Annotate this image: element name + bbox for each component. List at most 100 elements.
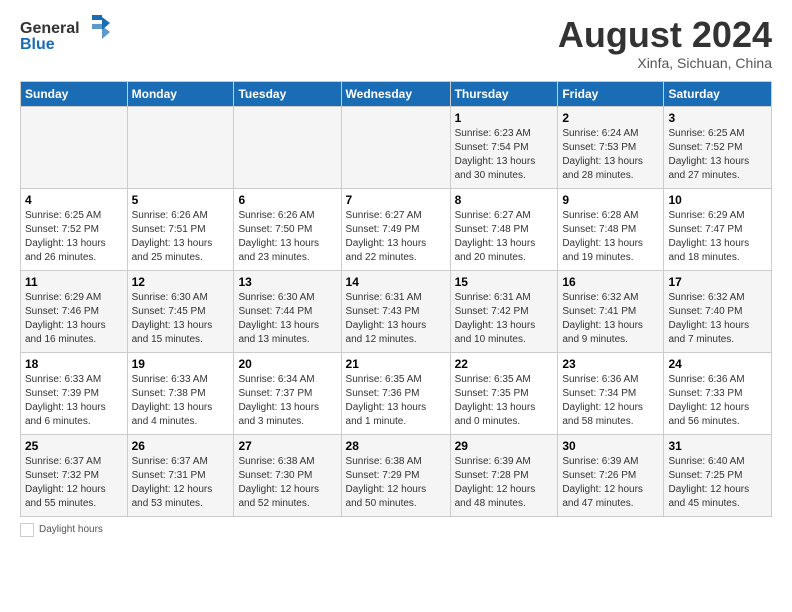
- day-info: Sunrise: 6:33 AMSunset: 7:38 PMDaylight:…: [132, 373, 230, 429]
- day-info: Sunrise: 6:26 AMSunset: 7:50 PMDaylight:…: [238, 209, 336, 265]
- cell-1-5: 1 Sunrise: 6:23 AMSunset: 7:54 PMDaylight…: [450, 106, 558, 188]
- day-number: 3: [668, 111, 767, 125]
- day-info: Sunrise: 6:32 AMSunset: 7:40 PMDaylight:…: [668, 291, 767, 347]
- cell-5-5: 29 Sunrise: 6:39 AMSunset: 7:28 PMDayligh…: [450, 434, 558, 516]
- cell-5-2: 26 Sunrise: 6:37 AMSunset: 7:31 PMDayligh…: [127, 434, 234, 516]
- cell-2-5: 8 Sunrise: 6:27 AMSunset: 7:48 PMDaylight…: [450, 188, 558, 270]
- cell-5-7: 31 Sunrise: 6:40 AMSunset: 7:25 PMDayligh…: [664, 434, 772, 516]
- day-info: Sunrise: 6:23 AMSunset: 7:54 PMDaylight:…: [455, 127, 554, 183]
- day-number: 24: [668, 357, 767, 371]
- day-info: Sunrise: 6:40 AMSunset: 7:25 PMDaylight:…: [668, 455, 767, 511]
- day-info: Sunrise: 6:39 AMSunset: 7:26 PMDaylight:…: [562, 455, 659, 511]
- logo: General Blue: [20, 15, 110, 60]
- day-info: Sunrise: 6:29 AMSunset: 7:46 PMDaylight:…: [25, 291, 123, 347]
- day-info: Sunrise: 6:36 AMSunset: 7:33 PMDaylight:…: [668, 373, 767, 429]
- day-info: Sunrise: 6:35 AMSunset: 7:35 PMDaylight:…: [455, 373, 554, 429]
- day-number: 1: [455, 111, 554, 125]
- cell-2-4: 7Sunrise: 6:27 AMSunset: 7:49 PMDaylight…: [341, 188, 450, 270]
- cell-3-4: 14Sunrise: 6:31 AMSunset: 7:43 PMDayligh…: [341, 270, 450, 352]
- day-info: Sunrise: 6:27 AMSunset: 7:49 PMDaylight:…: [346, 209, 446, 265]
- cell-5-4: 28Sunrise: 6:38 AMSunset: 7:29 PMDayligh…: [341, 434, 450, 516]
- day-info: Sunrise: 6:30 AMSunset: 7:45 PMDaylight:…: [132, 291, 230, 347]
- col-friday: Friday: [558, 81, 664, 106]
- day-number: 2: [562, 111, 659, 125]
- day-info: Sunrise: 6:24 AMSunset: 7:53 PMDaylight:…: [562, 127, 659, 183]
- day-info: Sunrise: 6:34 AMSunset: 7:37 PMDaylight:…: [238, 373, 336, 429]
- calendar-row-1: 1 Sunrise: 6:23 AMSunset: 7:54 PMDaylight…: [21, 106, 772, 188]
- location: Xinfa, Sichuan, China: [558, 55, 772, 71]
- footer-box: [20, 523, 34, 537]
- day-number: 23: [562, 357, 659, 371]
- day-number: 30: [562, 439, 659, 453]
- day-info: Sunrise: 6:38 AMSunset: 7:29 PMDaylight:…: [346, 455, 446, 511]
- header-row: Sunday Monday Tuesday Wednesday Thursday…: [21, 81, 772, 106]
- day-number: 15: [455, 275, 554, 289]
- cell-5-6: 30 Sunrise: 6:39 AMSunset: 7:26 PMDayligh…: [558, 434, 664, 516]
- cell-4-6: 23 Sunrise: 6:36 AMSunset: 7:34 PMDayligh…: [558, 352, 664, 434]
- svg-text:General: General: [20, 20, 80, 37]
- day-info: Sunrise: 6:27 AMSunset: 7:48 PMDaylight:…: [455, 209, 554, 265]
- cell-5-3: 27Sunrise: 6:38 AMSunset: 7:30 PMDayligh…: [234, 434, 341, 516]
- day-number: 4: [25, 193, 123, 207]
- cell-4-4: 21 Sunrise: 6:35 AMSunset: 7:36 PMDayligh…: [341, 352, 450, 434]
- cell-3-2: 12Sunrise: 6:30 AMSunset: 7:45 PMDayligh…: [127, 270, 234, 352]
- cell-2-2: 5Sunrise: 6:26 AMSunset: 7:51 PMDaylight…: [127, 188, 234, 270]
- col-sunday: Sunday: [21, 81, 128, 106]
- month-title: August 2024: [558, 15, 772, 55]
- day-info: Sunrise: 6:30 AMSunset: 7:44 PMDaylight:…: [238, 291, 336, 347]
- cell-4-1: 18Sunrise: 6:33 AMSunset: 7:39 PMDayligh…: [21, 352, 128, 434]
- cell-1-7: 3 Sunrise: 6:25 AMSunset: 7:52 PMDaylight…: [664, 106, 772, 188]
- col-thursday: Thursday: [450, 81, 558, 106]
- cell-1-1: [21, 106, 128, 188]
- day-info: Sunrise: 6:37 AMSunset: 7:32 PMDaylight:…: [25, 455, 123, 511]
- day-info: Sunrise: 6:32 AMSunset: 7:41 PMDaylight:…: [562, 291, 659, 347]
- calendar-row-3: 11 Sunrise: 6:29 AMSunset: 7:46 PMDayligh…: [21, 270, 772, 352]
- cell-5-1: 25 Sunrise: 6:37 AMSunset: 7:32 PMDayligh…: [21, 434, 128, 516]
- calendar-table: Sunday Monday Tuesday Wednesday Thursday…: [20, 81, 772, 517]
- calendar-row-4: 18Sunrise: 6:33 AMSunset: 7:39 PMDayligh…: [21, 352, 772, 434]
- cell-3-1: 11 Sunrise: 6:29 AMSunset: 7:46 PMDayligh…: [21, 270, 128, 352]
- col-saturday: Saturday: [664, 81, 772, 106]
- day-number: 13: [238, 275, 336, 289]
- cell-3-7: 17 Sunrise: 6:32 AMSunset: 7:40 PMDayligh…: [664, 270, 772, 352]
- page-container: General Blue August 2024 Xinfa, Sichuan,…: [0, 0, 792, 547]
- day-info: Sunrise: 6:28 AMSunset: 7:48 PMDaylight:…: [562, 209, 659, 265]
- logo-svg: General Blue: [20, 15, 110, 55]
- day-number: 21: [346, 357, 446, 371]
- cell-2-7: 10Sunrise: 6:29 AMSunset: 7:47 PMDayligh…: [664, 188, 772, 270]
- day-info: Sunrise: 6:35 AMSunset: 7:36 PMDaylight:…: [346, 373, 446, 429]
- day-info: Sunrise: 6:39 AMSunset: 7:28 PMDaylight:…: [455, 455, 554, 511]
- day-info: Sunrise: 6:38 AMSunset: 7:30 PMDaylight:…: [238, 455, 336, 511]
- day-number: 11: [25, 275, 123, 289]
- day-info: Sunrise: 6:33 AMSunset: 7:39 PMDaylight:…: [25, 373, 123, 429]
- day-number: 31: [668, 439, 767, 453]
- day-info: Sunrise: 6:25 AMSunset: 7:52 PMDaylight:…: [25, 209, 123, 265]
- cell-3-5: 15Sunrise: 6:31 AMSunset: 7:42 PMDayligh…: [450, 270, 558, 352]
- cell-4-2: 19 Sunrise: 6:33 AMSunset: 7:38 PMDayligh…: [127, 352, 234, 434]
- day-number: 10: [668, 193, 767, 207]
- day-info: Sunrise: 6:37 AMSunset: 7:31 PMDaylight:…: [132, 455, 230, 511]
- calendar-row-5: 25 Sunrise: 6:37 AMSunset: 7:32 PMDayligh…: [21, 434, 772, 516]
- cell-4-7: 24 Sunrise: 6:36 AMSunset: 7:33 PMDayligh…: [664, 352, 772, 434]
- cell-2-1: 4 Sunrise: 6:25 AMSunset: 7:52 PMDaylight…: [21, 188, 128, 270]
- logo-text: General Blue: [20, 15, 110, 60]
- cell-3-3: 13 Sunrise: 6:30 AMSunset: 7:44 PMDayligh…: [234, 270, 341, 352]
- day-info: Sunrise: 6:36 AMSunset: 7:34 PMDaylight:…: [562, 373, 659, 429]
- day-number: 8: [455, 193, 554, 207]
- day-info: Sunrise: 6:25 AMSunset: 7:52 PMDaylight:…: [668, 127, 767, 183]
- title-block: August 2024 Xinfa, Sichuan, China: [558, 15, 772, 71]
- day-number: 17: [668, 275, 767, 289]
- day-number: 22: [455, 357, 554, 371]
- footer: Daylight hours: [20, 523, 772, 537]
- day-number: 19: [132, 357, 230, 371]
- daylight-label: Daylight hours: [39, 524, 103, 535]
- col-wednesday: Wednesday: [341, 81, 450, 106]
- day-number: 9: [562, 193, 659, 207]
- day-number: 20: [238, 357, 336, 371]
- day-number: 29: [455, 439, 554, 453]
- cell-1-3: [234, 106, 341, 188]
- day-number: 26: [132, 439, 230, 453]
- day-number: 25: [25, 439, 123, 453]
- day-number: 14: [346, 275, 446, 289]
- calendar-row-2: 4 Sunrise: 6:25 AMSunset: 7:52 PMDaylight…: [21, 188, 772, 270]
